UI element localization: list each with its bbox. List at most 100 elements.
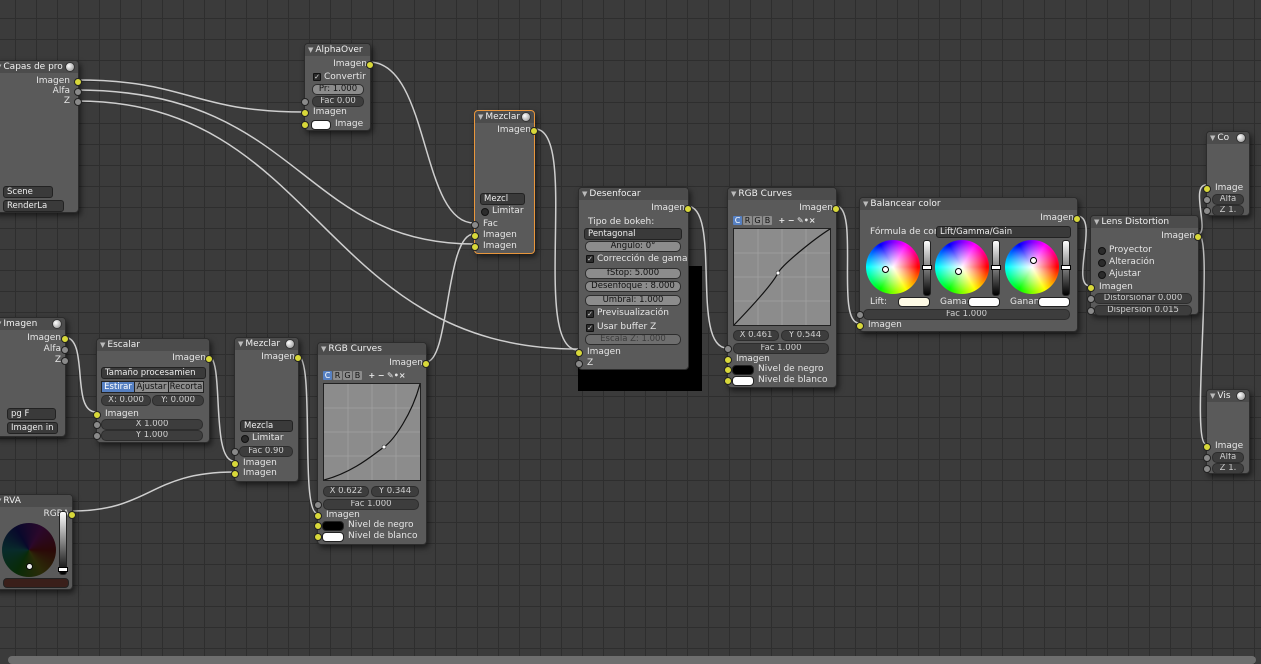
input-socket[interactable] [1203, 196, 1211, 204]
scale-node[interactable]: ▼ Escalar Imagen Tamaño procesamien Estir… [93, 338, 213, 443]
input-socket[interactable] [471, 243, 479, 251]
angle-field[interactable]: Ángulo: 0° [585, 241, 681, 252]
jitter-checkbox[interactable] [1098, 259, 1106, 267]
output-socket[interactable] [74, 78, 82, 86]
node-preview-icon[interactable] [1236, 133, 1246, 143]
curve-channel-b[interactable]: B [353, 371, 362, 380]
gain-color-wheel[interactable] [1005, 240, 1059, 294]
input-socket[interactable] [856, 311, 864, 319]
node-header[interactable]: ▼RVA [0, 495, 72, 507]
input-socket[interactable] [1087, 284, 1095, 292]
node-preview-icon[interactable] [65, 62, 75, 72]
node-header[interactable]: ▼Capas de pro [0, 61, 78, 73]
output-socket[interactable] [61, 346, 69, 354]
formula-select[interactable]: Lift/Gamma/Gain [936, 226, 1071, 238]
gain-value-slider[interactable] [1061, 240, 1071, 296]
gamma-correct-checkbox[interactable]: ✓ [586, 255, 594, 263]
gamma-value-slider[interactable] [991, 240, 1001, 296]
input-socket[interactable] [575, 349, 583, 357]
output-socket[interactable] [68, 511, 76, 519]
output-socket[interactable] [832, 205, 840, 213]
curve-editor[interactable] [733, 228, 831, 326]
output-socket[interactable] [74, 98, 82, 106]
space-select[interactable]: Tamaño procesamien [101, 367, 206, 379]
input-socket[interactable] [1203, 465, 1211, 473]
black-level-swatch[interactable] [732, 365, 754, 375]
fac-field[interactable]: Fac 0.90 [239, 446, 293, 457]
zoom-in-button[interactable]: + [369, 371, 376, 380]
curve-editor[interactable] [323, 383, 421, 481]
fac-field[interactable]: Fac 1.000 [863, 309, 1070, 320]
curve-channel-r[interactable]: R [333, 371, 342, 380]
zoom-out-button[interactable]: − [788, 216, 795, 225]
output-socket[interactable] [205, 355, 213, 363]
alpha-over-node[interactable]: ▼ AlphaOver Imagen ✓ Convertir Pr: 1.000 … [301, 43, 374, 131]
node-header[interactable]: ▼ Escalar [97, 339, 209, 351]
close-icon[interactable]: × [399, 371, 406, 380]
close-icon[interactable]: × [809, 216, 816, 225]
node-header[interactable]: ▼Imagen [0, 318, 65, 330]
node-preview-icon[interactable] [52, 319, 62, 329]
output-socket[interactable] [1194, 233, 1202, 241]
node-header[interactable]: ▼ RGB Curves [728, 188, 836, 200]
node-header[interactable]: ▼ Co [1207, 132, 1249, 144]
input-socket[interactable] [1203, 185, 1211, 193]
lift-value-slider[interactable] [922, 240, 932, 296]
render-layer-select[interactable]: RenderLa [3, 200, 64, 212]
zoom-in-button[interactable]: + [779, 216, 786, 225]
node-header[interactable]: ▼ Desenfocar [579, 188, 688, 200]
lens-distortion-node[interactable]: ▼ Lens Distortion Imagen Proyector Altera… [1087, 215, 1202, 316]
fstop-field[interactable]: fStop: 5.000 [585, 268, 681, 279]
max-blur-field[interactable]: Desenfoque : 8.000 [585, 281, 681, 292]
premul-field[interactable]: Pr: 1.000 [312, 84, 364, 95]
lift-swatch[interactable] [898, 297, 930, 307]
color-balance-node[interactable]: ▼ Balancear color Imagen Fórmula de cor L… [856, 197, 1081, 332]
white-level-swatch[interactable] [322, 532, 344, 542]
scale-y-field[interactable]: Y 1.000 [101, 430, 203, 441]
scale-x-field[interactable]: X 1.000 [101, 419, 203, 430]
output-socket[interactable] [1073, 215, 1081, 223]
blend-mode-select[interactable]: Mezcl [480, 193, 525, 205]
lift-color-wheel[interactable] [866, 240, 920, 294]
input-socket[interactable] [93, 411, 101, 419]
mix-node-bottom[interactable]: ▼ Mezclar Imagen Mezcla Limitar Fac 0.90 … [231, 337, 302, 482]
fit-button[interactable]: Ajustar [134, 381, 169, 393]
image-node[interactable]: ▼Imagen Imagen Alfa Z pg F Imagen in [0, 317, 69, 437]
threshold-field[interactable]: Umbral: 1.000 [585, 295, 681, 306]
node-header[interactable]: ▼ AlphaOver [305, 44, 370, 56]
input-socket[interactable] [1087, 295, 1095, 303]
color-swatch[interactable] [311, 120, 331, 130]
bokeh-type-select[interactable]: Pentagonal [584, 228, 682, 240]
curve-channel-b[interactable]: B [763, 216, 772, 225]
gain-swatch[interactable] [1038, 297, 1070, 307]
input-socket[interactable] [314, 501, 322, 509]
input-socket[interactable] [1203, 443, 1211, 451]
output-socket[interactable] [294, 354, 302, 362]
curve-channel-g[interactable]: G [343, 371, 352, 380]
output-socket[interactable] [366, 61, 374, 69]
fac-field[interactable]: Fac 1.000 [733, 343, 829, 354]
image-file-select[interactable]: pg F [7, 408, 56, 420]
input-socket[interactable] [575, 360, 583, 368]
horizontal-scrollbar[interactable] [8, 656, 1256, 664]
alpha-field[interactable]: Alfa [1212, 452, 1244, 463]
input-socket[interactable] [314, 512, 322, 520]
input-socket[interactable] [301, 98, 309, 106]
node-header[interactable]: ▼ Balancear color [860, 198, 1077, 210]
input-socket[interactable] [724, 356, 732, 364]
defocus-node[interactable]: ▼ Desenfocar Imagen Tipo de bokeh: Pentag… [575, 187, 692, 370]
gamma-swatch[interactable] [968, 297, 1000, 307]
input-socket[interactable] [231, 448, 239, 456]
node-preview-icon[interactable] [521, 112, 531, 122]
rgb-color-wheel[interactable] [2, 523, 56, 577]
image-source-select[interactable]: Imagen in [7, 422, 58, 434]
input-socket[interactable] [471, 221, 479, 229]
input-socket[interactable] [1203, 454, 1211, 462]
output-socket[interactable] [684, 205, 692, 213]
input-socket[interactable] [1203, 207, 1211, 215]
node-header[interactable]: ▼ Mezclar [235, 338, 298, 350]
node-preview-icon[interactable] [285, 339, 295, 349]
input-socket[interactable] [301, 121, 309, 129]
input-socket[interactable] [1087, 307, 1095, 315]
zscale-field[interactable]: Escala Z: 1.000 [585, 334, 681, 345]
